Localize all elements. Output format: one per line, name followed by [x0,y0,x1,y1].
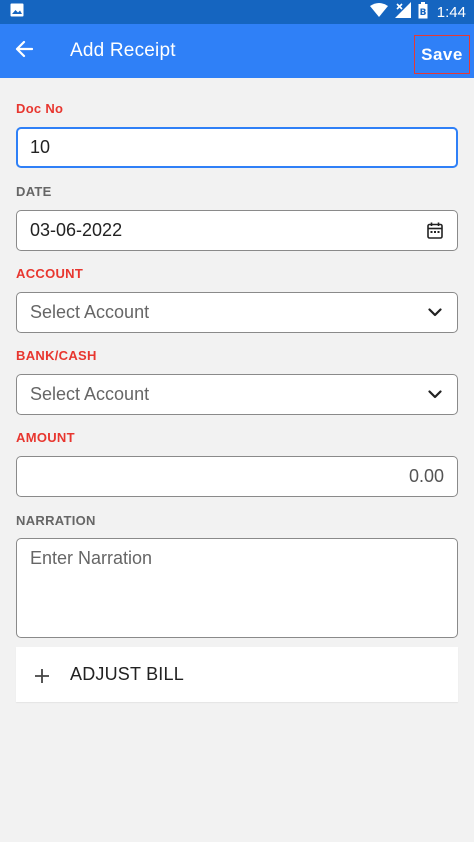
page-title: Add Receipt [70,40,176,61]
calendar-icon[interactable] [425,222,445,239]
doc-no-label: Doc No [16,101,64,116]
adjust-bill-button[interactable]: ADJUST BILL [16,647,458,702]
svg-text:B: B [419,8,426,18]
status-bar: B 1:44 [0,0,474,24]
chevron-down-icon [425,390,445,399]
date-input[interactable]: 03-06-2022 [16,210,458,251]
adjust-bill-label: ADJUST BILL [70,664,184,684]
account-placeholder: Select Account [30,302,150,322]
account-label: ACCOUNT [16,266,84,281]
arrow-back-icon [15,40,34,63]
status-time: 1:44 [436,3,466,21]
app-bar: Add Receipt Save [0,24,474,78]
account-select[interactable]: Select Account [16,292,458,333]
save-button[interactable]: Save [414,35,470,74]
chevron-down-icon [425,308,445,317]
wifi-icon [369,3,388,21]
image-icon [10,3,24,22]
bank-cash-select[interactable]: Select Account [16,374,458,415]
plus-icon [34,662,50,688]
date-value: 03-06-2022 [30,220,123,240]
narration-textarea[interactable]: Enter Narration [16,538,458,638]
amount-input[interactable]: 0.00 [16,456,458,497]
back-button[interactable] [0,24,48,78]
bank-cash-label: BANK/CASH [16,348,97,363]
signal-icon [394,2,411,22]
date-label: DATE [16,184,52,199]
amount-value: 0.00 [408,466,444,486]
narration-placeholder: Enter Narration [30,548,153,568]
doc-no-input[interactable]: 10 [16,127,458,168]
amount-label: AMOUNT [16,430,75,445]
bank-cash-placeholder: Select Account [30,384,150,404]
battery-icon: B [418,1,428,23]
narration-label: NARRATION [16,513,96,528]
doc-no-value: 10 [30,137,51,157]
